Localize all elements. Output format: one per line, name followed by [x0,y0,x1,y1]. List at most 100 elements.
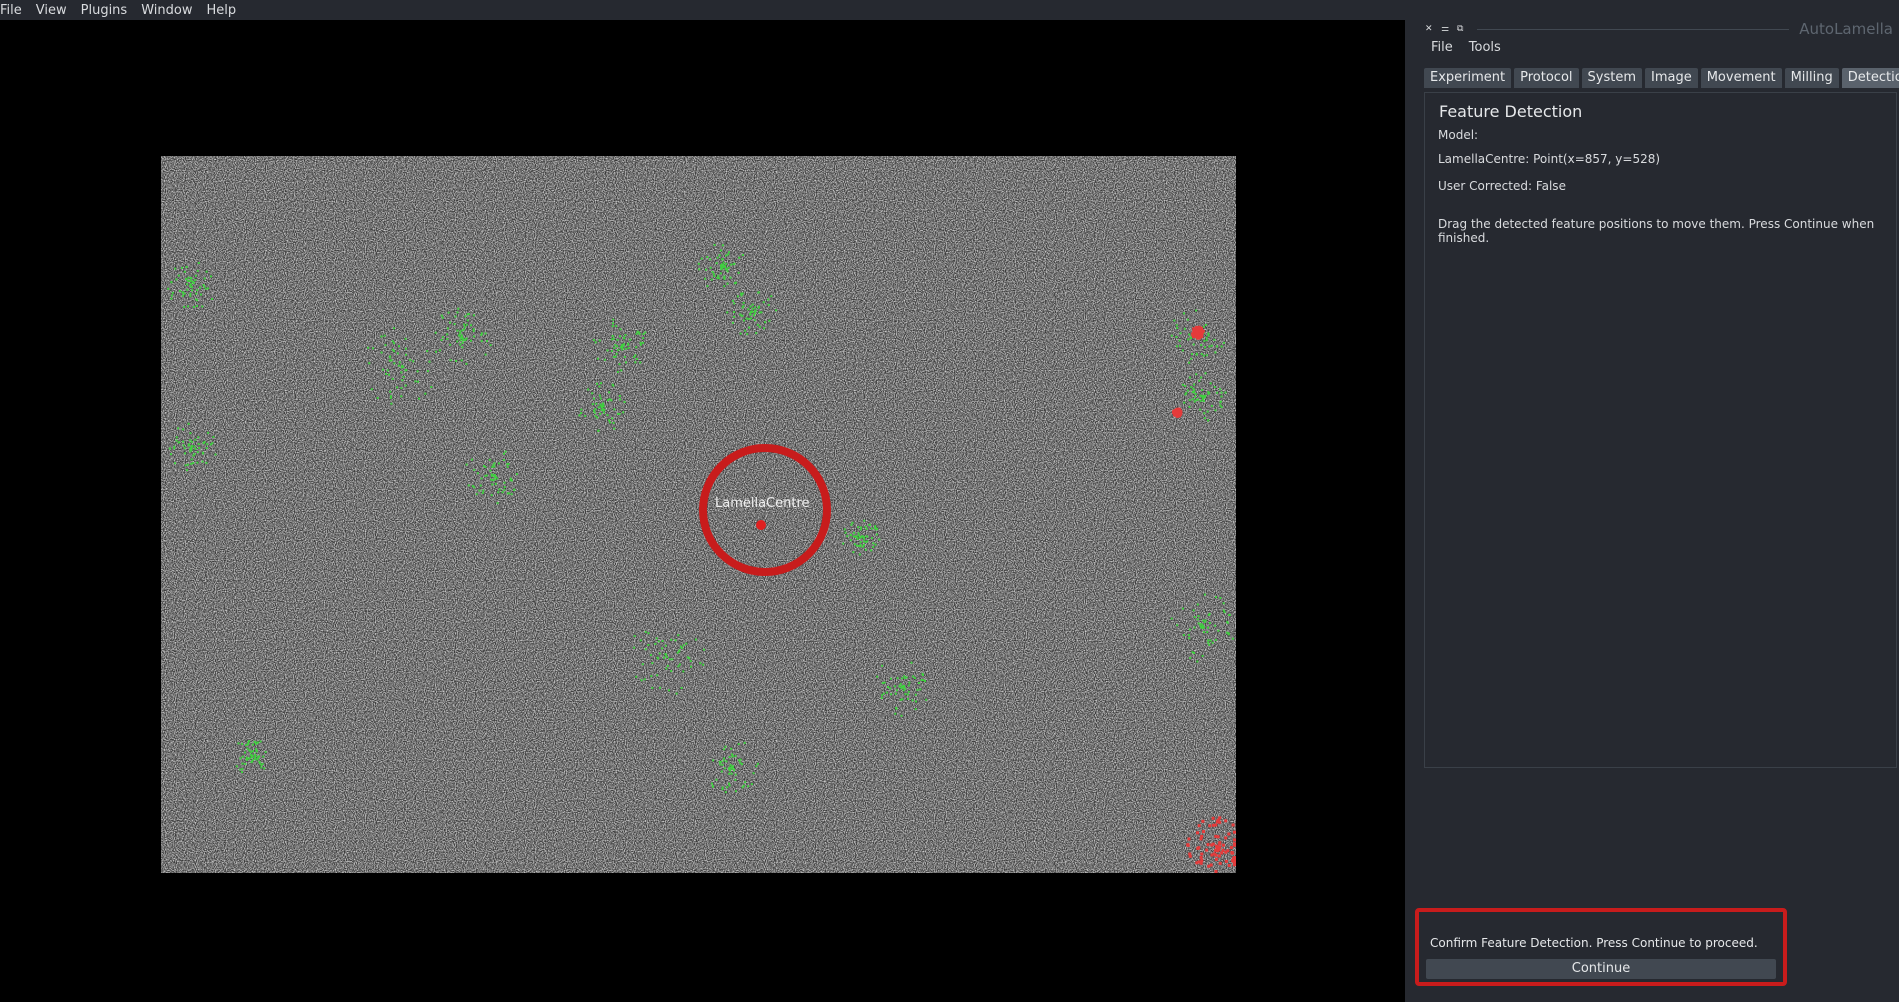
segmentation-pixel [1216,835,1220,839]
segmentation-pixel [197,436,200,439]
segmentation-pixel [896,689,898,692]
tab-protocol[interactable]: Protocol [1514,68,1579,88]
menu-view[interactable]: View [29,3,74,18]
segmentation-pixel [185,278,188,280]
segmentation-pixel [1195,330,1199,333]
segmentation-pixel [852,551,855,554]
segmentation-pixel [720,249,723,252]
segmentation-pixel [724,791,727,794]
segmentation-pixel [1224,836,1228,840]
segmentation-pixel [706,285,709,288]
segmentation-pixel [1188,333,1191,336]
segmentation-pixel [606,414,609,417]
segmentation-pixel [598,394,601,397]
segmentation-pixel [1224,850,1228,854]
tab-detection[interactable]: Detection [1841,68,1899,88]
segmentation-pixel [703,648,705,651]
segmentation-pixel [1196,831,1199,835]
segmentation-pixel [502,459,505,461]
close-icon[interactable]: ✕ [1425,24,1441,34]
segmentation-pixel [722,759,725,762]
segmentation-pixel [456,340,459,343]
segmentation-pixel [728,772,731,775]
segmentation-pixel [198,446,201,449]
image-viewer-canvas[interactable]: LamellaCentre [0,20,1405,1002]
segmentation-pixel [441,316,444,319]
segmentation-pixel [1211,641,1214,644]
dock-menu-tools[interactable]: Tools [1462,38,1510,58]
segmentation-pixel [1222,609,1225,612]
float-icon[interactable]: ⚌ [1441,24,1457,34]
dock-restore-icon[interactable]: ⧉ [1457,24,1473,34]
menu-help[interactable]: Help [199,3,243,18]
segmentation-pixel [600,382,603,385]
segmentation-pixel [1211,816,1215,820]
segmentation-pixel [183,306,186,308]
segmentation-pixel [1200,859,1204,863]
segmentation-pixel [890,693,893,696]
segmentation-pixel [459,336,462,339]
segmentation-pixel [1192,609,1195,612]
segmentation-pixel [193,445,196,448]
segmentation-pixel [874,543,877,546]
segmentation-pixel [720,266,723,269]
segmentation-pixel [863,540,866,543]
segmentation-pixel [186,288,189,291]
segmentation-pixel [492,474,495,477]
segmentation-pixel [400,387,403,390]
tab-image[interactable]: Image [1645,68,1698,88]
segmentation-pixel [418,397,420,400]
dock-title: AutoLamella [1799,20,1893,38]
menu-file[interactable]: File [0,3,29,18]
segmentation-pixel [1213,386,1216,388]
segmentation-pixel [1194,395,1197,398]
segmentation-pixel [908,681,911,684]
segmentation-pixel [1188,852,1192,856]
tab-movement[interactable]: Movement [1700,68,1782,88]
segmentation-pixel [187,305,189,308]
segmentation-pixel [1195,309,1198,312]
segmentation-pixel [471,458,473,461]
segmentation-pixel [1217,854,1221,858]
segmentation-pixel [203,277,206,280]
menu-plugins[interactable]: Plugins [74,3,135,18]
segmentation-pixel [903,684,906,687]
segmentation-pixel [1231,823,1235,827]
continue-button[interactable]: Continue [1426,959,1776,979]
segmentation-pixel [461,329,464,332]
segmentation-pixel [1186,318,1189,321]
segmentation-pixel [1170,334,1173,337]
segmentation-pixel [1210,344,1213,347]
segmentation-pixel [1191,398,1194,401]
microscope-image[interactable] [161,156,1236,873]
segmentation-pixel [727,253,730,256]
segmentation-pixel [449,343,452,346]
tab-system[interactable]: System [1581,68,1642,88]
segmentation-pixel [202,442,205,445]
segmentation-pixel [388,355,391,358]
segmentation-pixel [580,408,583,411]
segmentation-pixel [480,477,483,480]
segmentation-pixel [594,341,597,344]
dock-menubar: File Tools [1424,38,1510,58]
segmentation-pixel [1205,848,1209,852]
tab-experiment[interactable]: Experiment [1424,68,1512,88]
segmentation-pixel [922,674,924,676]
segmentation-pixel [1204,372,1207,375]
segmentation-pixel [1196,660,1199,663]
feature-label[interactable]: LamellaCentre [715,496,810,511]
segmentation-pixel [460,334,463,337]
segmentation-pixel [1187,338,1190,341]
segmentation-pixel [725,262,728,265]
segmentation-pixel [675,692,678,695]
menu-window[interactable]: Window [134,3,199,18]
segmentation-pixel [689,660,692,663]
dock-menu-file[interactable]: File [1424,38,1462,58]
segmentation-pixel [614,344,617,346]
segmentation-pixel [711,271,714,273]
segmentation-pixel [596,357,599,360]
tab-milling[interactable]: Milling [1784,68,1839,88]
segmentation-pixel [753,319,756,322]
user-corrected-info: User Corrected: False [1438,179,1566,193]
segmentation-pixel [1233,863,1236,867]
